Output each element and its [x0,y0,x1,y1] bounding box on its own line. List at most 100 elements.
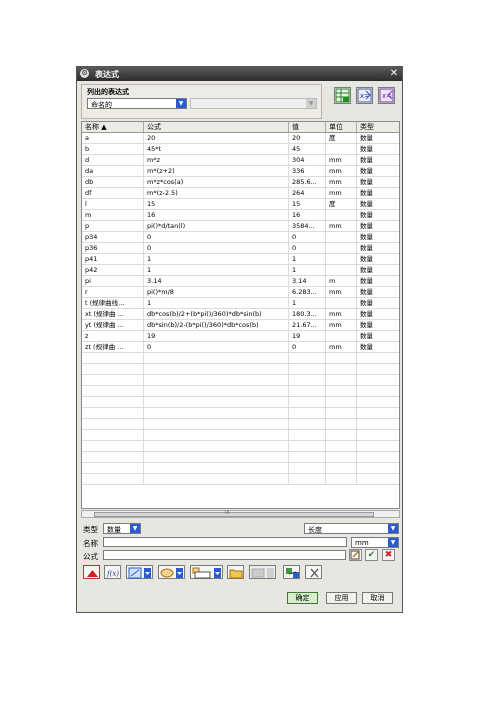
measure-distance-icon[interactable] [126,565,153,579]
table-row[interactable]: p34 0 0 数量 [82,232,399,243]
table-row[interactable]: a 20 20 度数量 [82,133,399,144]
table-row[interactable]: d m*z 304 mm 数量 [82,155,399,166]
cancel-button[interactable]: 取消 [362,592,393,604]
unit-value: mm [355,539,369,547]
cell-type: 数量 [357,166,399,177]
cell-formula: m*z*cos(a) [144,177,289,188]
table-row[interactable]: db m*z*cos(a) 285.6... mm 数量 [82,177,399,188]
empty-cell [326,430,357,441]
empty-cell [144,408,289,419]
table-row[interactable]: p41 1 1 数量 [82,254,399,265]
cell-value: 304 [289,155,326,166]
table-row[interactable]: p36 0 0 数量 [82,243,399,254]
empty-cell [144,397,289,408]
name-input[interactable] [103,537,347,547]
filter-dropdown[interactable]: 命名的 ▼ [87,98,187,109]
column-header-value[interactable]: 值 [289,122,326,132]
dimension-value: 长度 [308,526,322,534]
cell-type: 数量 [357,331,399,342]
cell-name: p [82,221,144,232]
table-row[interactable]: yt (规律曲 ... db*sin(b)/2-(b*pi()/360)*db*c… [82,320,399,331]
table-row[interactable]: t (规律曲线... 1 1 数量 [82,298,399,309]
cell-value: 0 [289,342,326,353]
column-header-name[interactable]: 名称 ▲ [82,122,144,132]
cell-formula: 20 [144,133,289,144]
formula-input[interactable] [103,550,346,560]
apply-button[interactable]: 应用 [326,592,357,604]
cell-formula: m*z [144,155,289,166]
ok-button[interactable]: 确定 [287,592,318,604]
table-row[interactable]: df m*(z-2.5) 264 mm 数量 [82,188,399,199]
empty-cell [357,375,399,386]
cell-value: 285.6... [289,177,326,188]
table-row[interactable]: r pi()*m/8 6.283... mm 数量 [82,287,399,298]
table-row[interactable]: zt (规律曲 ... 0 0 mm 数量 [82,342,399,353]
reject-edit-icon[interactable]: ✖ [382,549,395,561]
empty-cell [82,452,144,463]
cell-name: p41 [82,254,144,265]
table-row[interactable]: p pi()*d/tan(l) 3584... mm 数量 [82,221,399,232]
disabled-tool-icon [249,565,276,579]
empty-cell [326,408,357,419]
cell-formula: m*(z-2.5) [144,188,289,199]
table-row[interactable]: m 16 16 数量 [82,210,399,221]
cell-formula: 15 [144,199,289,210]
function-icon[interactable]: f(x) [104,565,121,579]
cell-unit [326,331,357,342]
link-expression-icon[interactable] [283,565,300,579]
column-header-unit[interactable]: 单位 [326,122,357,132]
cell-name: m [82,210,144,221]
horizontal-scrollbar[interactable]: III [81,510,400,518]
reference-icon[interactable] [158,565,185,579]
secondary-filter-dropdown: ▼ [190,98,317,109]
gear-icon[interactable]: ⚙ [80,69,89,78]
empty-cell [326,463,357,474]
table-row[interactable]: xt (规律曲 ... db*cos(b)/2+(b*pi()/360)*db*s… [82,309,399,320]
empty-cell [82,364,144,375]
scrollbar-thumb[interactable]: III [94,510,374,517]
spreadsheet-icon[interactable] [334,87,351,104]
dimension-dropdown[interactable]: 长度 ▼ [304,523,399,534]
unit-dropdown[interactable]: mm ▼ [351,537,399,548]
chevron-down-icon: ▼ [176,99,186,108]
edit-formula-icon[interactable] [349,549,362,561]
empty-cell [289,419,326,430]
empty-table-row [82,452,399,463]
cell-type: 数量 [357,232,399,243]
cell-value: 3.14 [289,276,326,287]
table-row[interactable]: pi 3.14 3.14 m 数量 [82,276,399,287]
accept-edit-icon[interactable]: ✔ [365,549,378,561]
column-header-formula[interactable]: 公式 [144,122,289,132]
empty-cell [289,375,326,386]
table-row[interactable]: z 19 19 数量 [82,331,399,342]
column-header-type[interactable]: 类型 [357,122,399,132]
cell-unit: mm [326,342,357,353]
empty-cell [357,430,399,441]
cell-value: 15 [289,199,326,210]
cell-name: df [82,188,144,199]
empty-cell [289,430,326,441]
delete-icon[interactable] [305,565,322,579]
cell-type: 数量 [357,177,399,188]
table-row[interactable]: b 45*t 45 数量 [82,144,399,155]
cell-value: 0 [289,232,326,243]
collapse-icon[interactable] [83,565,100,579]
cell-value: 20 [289,133,326,144]
type-dropdown[interactable]: 数量 ▼ [103,523,141,534]
cell-unit: mm [326,188,357,199]
table-row[interactable]: p42 1 1 数量 [82,265,399,276]
cell-formula: 3.14 [144,276,289,287]
cell-type: 数量 [357,133,399,144]
empty-cell [289,353,326,364]
import-expressions-icon[interactable]: x= [356,87,373,104]
cell-name: yt (规律曲 ... [82,320,144,331]
close-icon[interactable]: ✕ [388,68,400,80]
export-expressions-icon[interactable]: x= [378,87,395,104]
open-folder-icon[interactable] [227,565,244,579]
part-link-icon[interactable] [190,565,223,579]
table-row[interactable]: l 15 15 度数量 [82,199,399,210]
empty-cell [357,353,399,364]
empty-cell [144,353,289,364]
chevron-down-icon: ▼ [306,99,316,108]
table-row[interactable]: da m*(z+2) 336 mm 数量 [82,166,399,177]
